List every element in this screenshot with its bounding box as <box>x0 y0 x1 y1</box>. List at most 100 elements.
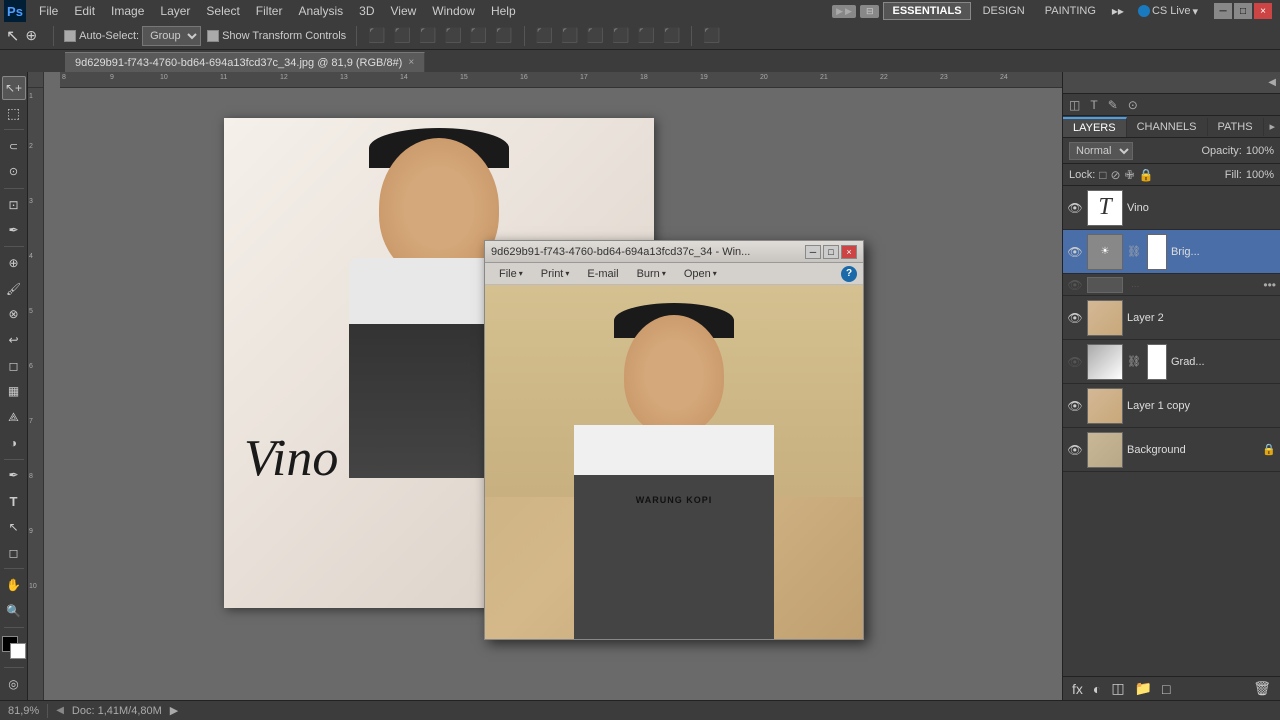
panel-collapse-icon[interactable]: ◀ <box>1268 77 1276 88</box>
fg-bg-colors[interactable] <box>2 636 26 660</box>
lock-position-icon[interactable]: ✙ <box>1125 168 1135 182</box>
photo-viewer-minimize[interactable]: ─ <box>805 245 821 259</box>
zoom-level-status[interactable]: 81,9% <box>8 705 39 717</box>
menu-edit[interactable]: Edit <box>67 2 102 20</box>
eyedropper-button[interactable]: ✒ <box>2 218 26 242</box>
gradient-button[interactable]: ▦ <box>2 380 26 404</box>
layer-item-extra[interactable]: 👁 ... ••• <box>1063 274 1280 296</box>
align-left-icon[interactable]: ⬛ <box>368 27 385 44</box>
menu-file[interactable]: File <box>32 2 65 20</box>
layer-extra-more[interactable]: ••• <box>1263 278 1276 292</box>
lasso-tool-button[interactable]: ⊂ <box>2 134 26 158</box>
opacity-value[interactable]: 100% <box>1246 145 1274 157</box>
blend-mode-select[interactable]: Normal Multiply Screen <box>1069 142 1133 160</box>
pv-menu-burn[interactable]: Burn ▾ <box>629 266 674 282</box>
paths-tab[interactable]: PATHS <box>1208 118 1264 136</box>
cs-live-button[interactable]: CS Live ▾ <box>1132 3 1204 20</box>
history-brush-button[interactable]: ↩ <box>2 328 26 352</box>
canvas-viewport[interactable]: Vino 9d629b91-f743-4760-bd64-694a13fcd37… <box>44 88 1062 700</box>
crop-tool-button[interactable]: ⊡ <box>2 193 26 217</box>
layer-eye-layer2[interactable]: 👁 <box>1067 310 1083 326</box>
panel-more-icon[interactable]: ▸ <box>1264 117 1280 136</box>
menu-layer[interactable]: Layer <box>153 2 197 20</box>
essentials-button[interactable]: ESSENTIALS <box>883 2 970 20</box>
tab-close-icon[interactable]: × <box>408 57 414 68</box>
path-select-button[interactable]: ↖ <box>2 515 26 539</box>
new-layer-button[interactable]: □ <box>1159 681 1173 697</box>
layer-item-layer2[interactable]: 👁 Layer 2 <box>1063 296 1280 340</box>
quick-mask-button[interactable]: ◎ <box>2 672 26 696</box>
eraser-button[interactable]: ◻ <box>2 354 26 378</box>
clone-stamp-button[interactable]: ⊗ <box>2 302 26 326</box>
pv-menu-open[interactable]: Open ▾ <box>676 266 725 282</box>
layer-eye-gradient[interactable]: 👁 <box>1067 354 1083 370</box>
photo-viewer-maximize[interactable]: □ <box>823 245 839 259</box>
channels-tab[interactable]: CHANNELS <box>1127 118 1208 136</box>
layer-eye-background[interactable]: 👁 <box>1067 442 1083 458</box>
lock-all-icon[interactable]: 🔒 <box>1139 168 1154 182</box>
document-tab[interactable]: 9d629b91-f743-4760-bd64-694a13fcd37c_34.… <box>65 52 425 72</box>
status-nav-right[interactable]: ▶ <box>170 704 178 717</box>
distribute-left-icon[interactable]: ⬛ <box>536 27 553 44</box>
menu-image[interactable]: Image <box>104 2 151 20</box>
close-button[interactable]: × <box>1254 3 1272 19</box>
distribute-center-h-icon[interactable]: ⬛ <box>561 27 578 44</box>
lock-transparent-icon[interactable]: □ <box>1099 168 1106 182</box>
layer-eye-extra[interactable]: 👁 <box>1067 277 1083 293</box>
distribute-right-icon[interactable]: ⬛ <box>587 27 604 44</box>
text-tool-button[interactable]: T <box>2 489 26 513</box>
shape-tool-button[interactable]: ◻ <box>2 541 26 565</box>
pv-menu-file[interactable]: File ▾ <box>491 266 531 282</box>
move-tool-button[interactable]: ↖+ <box>2 76 26 100</box>
layer-item-vino[interactable]: 👁 T Vino <box>1063 186 1280 230</box>
pen-tool-button[interactable]: ✒ <box>2 464 26 488</box>
quick-select-button[interactable]: ⊙ <box>2 160 26 184</box>
auto-align-icon[interactable]: ⬛ <box>703 27 720 44</box>
layers-tab[interactable]: LAYERS <box>1063 117 1127 137</box>
menu-filter[interactable]: Filter <box>249 2 290 20</box>
distribute-center-v-icon[interactable]: ⬛ <box>638 27 655 44</box>
adj-icon-4[interactable]: ⊙ <box>1124 96 1142 114</box>
menu-3d[interactable]: 3D <box>352 2 381 20</box>
fill-value[interactable]: 100% <box>1246 169 1274 181</box>
blur-button[interactable]: ⟁ <box>2 405 26 429</box>
auto-select-dropdown[interactable]: Group Layer <box>142 26 201 46</box>
photo-viewer-titlebar[interactable]: 9d629b91-f743-4760-bd64-694a13fcd37c_34 … <box>485 241 863 263</box>
align-center-v-icon[interactable]: ⬛ <box>470 27 487 44</box>
distribute-bottom-icon[interactable]: ⬛ <box>663 27 680 44</box>
align-bottom-icon[interactable]: ⬛ <box>495 27 512 44</box>
zoom-tool-button[interactable]: 🔍 <box>2 599 26 623</box>
add-mask-button[interactable]: ◐ <box>1090 681 1104 697</box>
pv-menu-email[interactable]: E-mail <box>579 266 626 282</box>
adjustment-layer-button[interactable]: ◫ <box>1108 680 1127 697</box>
move-tool-icon2[interactable]: ⊕ <box>25 27 37 44</box>
layer-eye-layer1copy[interactable]: 👁 <box>1067 398 1083 414</box>
photo-viewer-close[interactable]: × <box>841 245 857 259</box>
layer-item-background[interactable]: 👁 Background 🔒 <box>1063 428 1280 472</box>
design-button[interactable]: DESIGN <box>975 3 1033 19</box>
layer-item-layer1copy[interactable]: 👁 Layer 1 copy <box>1063 384 1280 428</box>
show-transform-checkbox[interactable] <box>207 30 219 42</box>
menu-analysis[interactable]: Analysis <box>291 2 350 20</box>
menu-select[interactable]: Select <box>199 2 246 20</box>
menu-help[interactable]: Help <box>484 2 523 20</box>
marquee-tool-button[interactable]: ⬚ <box>2 102 26 126</box>
brush-tool-button[interactable]: 🖌 <box>2 277 26 301</box>
maximize-button[interactable]: □ <box>1234 3 1252 19</box>
painting-button[interactable]: PAINTING <box>1037 3 1104 19</box>
menu-window[interactable]: Window <box>425 2 482 20</box>
layer-eye-vino[interactable]: 👁 <box>1067 200 1083 216</box>
dodge-button[interactable]: ◑ <box>2 431 26 455</box>
minimize-button[interactable]: ─ <box>1214 3 1232 19</box>
background-color[interactable] <box>10 643 26 659</box>
layer-item-brightness[interactable]: 👁 ☀ ⛓ Brig... <box>1063 230 1280 274</box>
healing-brush-button[interactable]: ⊕ <box>2 251 26 275</box>
delete-layer-button[interactable]: 🗑 <box>1250 680 1274 697</box>
move-tool-icon[interactable]: ↖ <box>6 26 19 46</box>
hand-tool-button[interactable]: ✋ <box>2 573 26 597</box>
new-group-button[interactable]: 📁 <box>1132 680 1155 697</box>
status-nav-left[interactable]: ◀ <box>56 705 64 716</box>
lock-image-icon[interactable]: ⊘ <box>1111 168 1121 182</box>
pv-menu-print[interactable]: Print ▾ <box>533 266 578 282</box>
menu-view[interactable]: View <box>383 2 423 20</box>
